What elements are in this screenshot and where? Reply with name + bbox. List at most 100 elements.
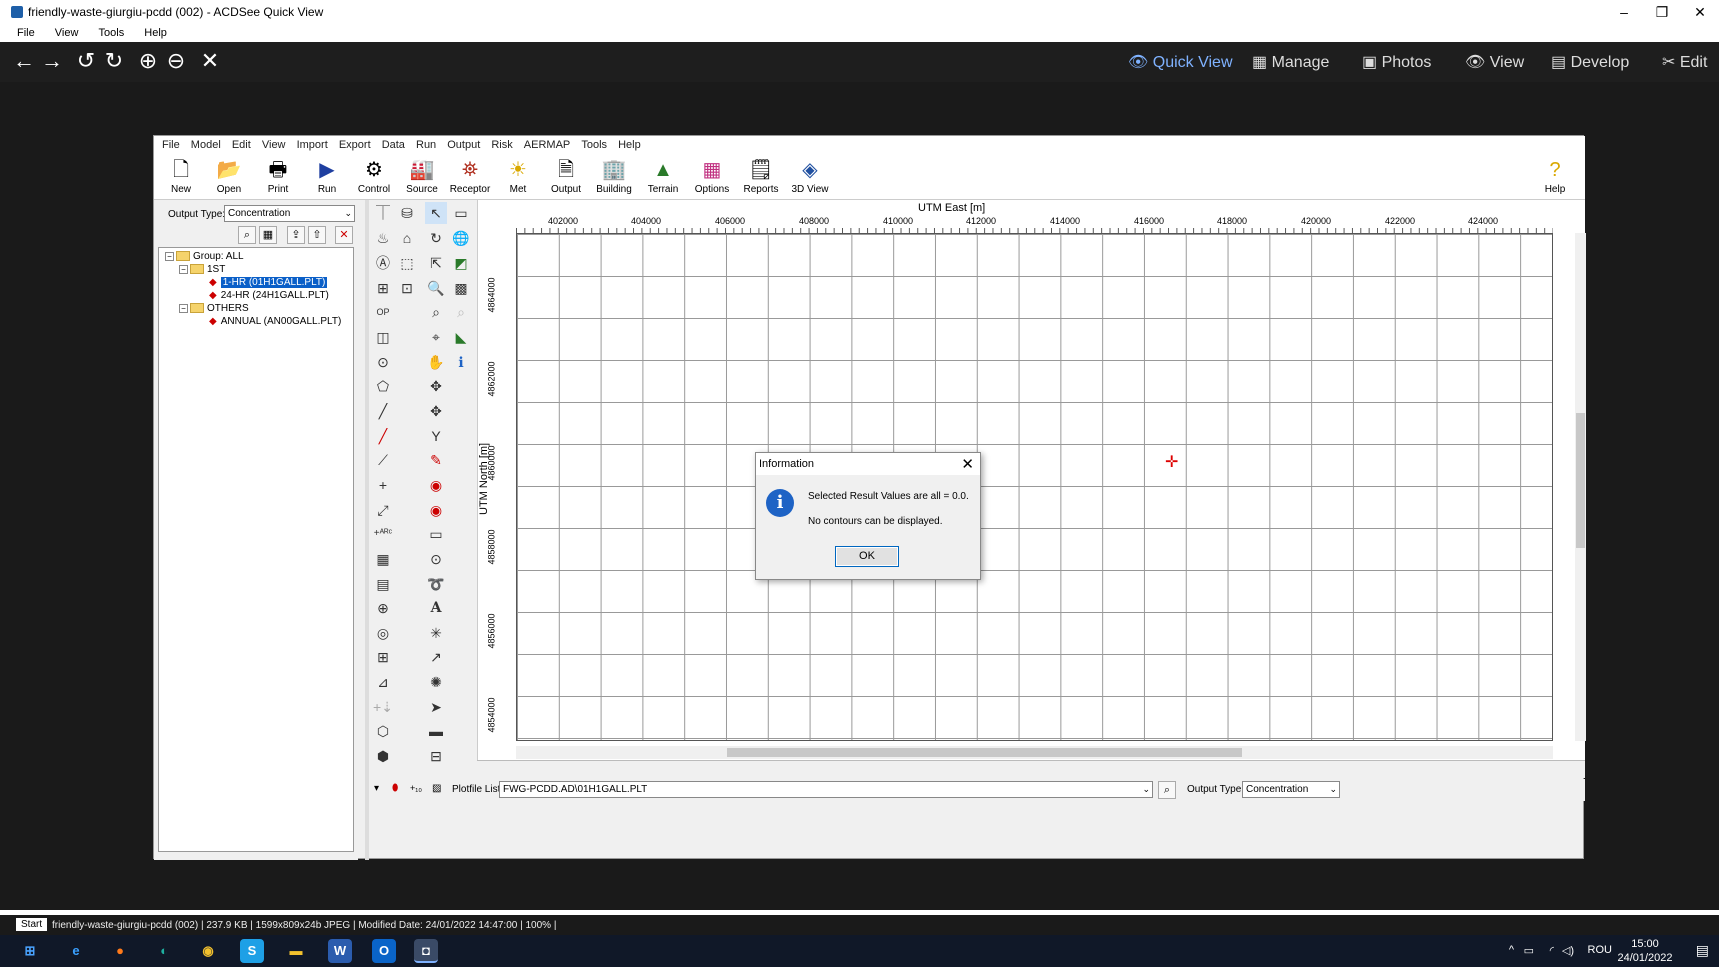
multi-grid-tool-icon[interactable]: ▤ <box>372 573 394 595</box>
mode-manage[interactable]: ▦ Manage <box>1252 52 1329 72</box>
rotate-left-icon[interactable]: ↺ <box>72 47 100 75</box>
internet-explorer-icon[interactable]: e <box>64 939 88 963</box>
arc-receptor-tool-icon[interactable]: +ᴬᴿᶜ <box>372 523 394 545</box>
mode-edit[interactable]: ✂ Edit <box>1662 52 1707 72</box>
arrow-tool-icon[interactable]: ↗ <box>425 646 447 668</box>
receptor-line-tool-icon[interactable]: ⤢ <box>372 499 394 521</box>
mode-develop[interactable]: ▤ Develop <box>1551 52 1629 72</box>
line-source-tool-icon[interactable]: ╱ <box>372 400 394 422</box>
firefox-icon[interactable]: ● <box>108 939 132 963</box>
lasso-tool-icon[interactable]: ➰ <box>425 573 447 595</box>
tree-item-1hr[interactable]: ◆ 1-HR (01H1GALL.PLT) <box>209 277 328 288</box>
layer-tool-icon[interactable]: ◩ <box>450 252 472 274</box>
app-menu-data[interactable]: Data <box>382 139 405 151</box>
import-icon[interactable]: ⇧ <box>308 226 326 244</box>
acdsee-taskbar-icon[interactable]: ◘ <box>414 939 438 963</box>
start-button[interactable]: Start <box>16 918 48 931</box>
map-view[interactable]: UTM East [m] 402000 404000 406000 408000… <box>477 200 1586 760</box>
minimize-button[interactable]: – <box>1605 0 1643 24</box>
mode-quick-view[interactable]: 👁 Quick View <box>1128 52 1233 72</box>
met-button[interactable]: ☀ Met <box>495 155 541 199</box>
open-button[interactable]: 📂 Open <box>206 155 252 199</box>
move-tool-icon[interactable]: ✥ <box>425 375 447 397</box>
edit-receptor-tool-icon[interactable]: ⊿ <box>372 671 394 693</box>
fenceline-tool-icon[interactable]: ⊞ <box>372 646 394 668</box>
grid-color-tool-icon[interactable]: ▩ <box>450 277 472 299</box>
app-menu-risk[interactable]: Risk <box>491 139 512 151</box>
print-button[interactable]: 🖶 Print <box>255 155 301 199</box>
tray-chevron-icon[interactable]: ^ <box>1509 944 1514 956</box>
pan-hand-tool-icon[interactable]: ✋ <box>425 351 447 373</box>
scale-bar-tool-icon[interactable]: ▬ <box>425 720 447 742</box>
zoom-out-tool-icon[interactable]: ⌕ <box>425 301 447 323</box>
app-menu-edit[interactable]: Edit <box>232 139 251 151</box>
rect-select-tool-icon[interactable]: ▭ <box>450 202 472 224</box>
select-area-tool-icon[interactable]: ⬚ <box>396 252 418 274</box>
table-icon[interactable]: ▦ <box>259 226 277 244</box>
run-button[interactable]: ▶ Run <box>304 155 350 199</box>
pointer-tool-icon[interactable]: ↖ <box>425 202 447 224</box>
output-button[interactable]: 🗎 Output <box>543 155 589 199</box>
legend-tool-icon[interactable]: ⊟ <box>425 745 447 767</box>
volume-icon[interactable]: ◁) <box>1562 944 1574 957</box>
asterisk-tool-icon[interactable]: ✳ <box>425 622 447 644</box>
control-button[interactable]: ⚙ Control <box>351 155 397 199</box>
cartesian-grid-tool-icon[interactable]: ▦ <box>372 548 394 570</box>
tree-group-1st[interactable]: −1ST <box>179 264 225 275</box>
close-window-button[interactable]: ✕ <box>1681 0 1719 24</box>
app-menu-aermap[interactable]: AERMAP <box>524 139 570 151</box>
input-language[interactable]: ROU <box>1588 944 1612 956</box>
dialog-close-button[interactable]: ✕ <box>961 455 974 473</box>
circle-tool-icon[interactable]: ⊙ <box>425 548 447 570</box>
line-tool-icon[interactable]: ⟋ <box>372 449 394 471</box>
receptor-button[interactable]: ⛯ Receptor <box>447 155 493 199</box>
close-image-icon[interactable]: ✕ <box>196 47 224 75</box>
area-add-tool-icon[interactable]: ⊞ <box>372 277 394 299</box>
menu-file[interactable]: File <box>17 27 35 39</box>
export-icon[interactable]: ⇪ <box>287 226 305 244</box>
move2-tool-icon[interactable]: ✥ <box>425 400 447 422</box>
compass-tool-icon[interactable]: ✺ <box>425 671 447 693</box>
tree-group-all[interactable]: − Group: ALL <box>165 251 244 262</box>
box-3d-red-tool-icon[interactable]: ⬢ <box>372 745 394 767</box>
circle-area-tool-icon[interactable]: ⊡ <box>396 277 418 299</box>
preview-icon[interactable]: ⌕ <box>238 226 256 244</box>
notification-icon[interactable]: ▤ <box>1696 942 1709 959</box>
new-button[interactable]: 🗋 New <box>158 155 204 199</box>
clock-time[interactable]: 15:00 <box>1615 938 1675 950</box>
app-menu-tools[interactable]: Tools <box>581 139 607 151</box>
app-menu-export[interactable]: Export <box>339 139 371 151</box>
circle-source-tool-icon[interactable]: ⊙ <box>372 351 394 373</box>
skype-icon[interactable]: S <box>240 939 264 963</box>
preview-plotfile-icon[interactable]: ⌕ <box>1158 781 1176 799</box>
tree-item-annual[interactable]: ◆ ANNUAL (AN00GALL.PLT) <box>209 316 341 327</box>
pane-splitter[interactable] <box>365 200 369 860</box>
area-a-tool-icon[interactable]: Ⓐ <box>372 252 394 274</box>
network-icon[interactable]: ▭ <box>1524 944 1534 957</box>
app-menu-view[interactable]: View <box>262 139 286 151</box>
multi-target-tool-icon[interactable]: ◉ <box>425 499 447 521</box>
info-tool-icon[interactable]: ℹ <box>450 351 472 373</box>
multi-polar-tool-icon[interactable]: ◎ <box>372 622 394 644</box>
app-menu-output[interactable]: Output <box>447 139 480 151</box>
outlook-icon[interactable]: O <box>372 939 396 963</box>
openpit-tool-icon[interactable]: OP <box>372 301 394 323</box>
help-button[interactable]: ? Help <box>1532 155 1578 199</box>
menu-help[interactable]: Help <box>144 27 167 39</box>
flare-tool-icon[interactable]: ♨ <box>372 227 394 249</box>
target-tool-icon[interactable]: ◉ <box>425 474 447 496</box>
north-arrow-tool-icon[interactable]: ➤ <box>425 696 447 718</box>
scroll-thumb[interactable] <box>1576 413 1585 548</box>
horizontal-scrollbar[interactable] <box>516 746 1553 759</box>
text-tool-icon[interactable]: A <box>425 597 447 619</box>
edge-icon[interactable]: ◐ <box>152 939 176 963</box>
word-icon[interactable]: W <box>328 939 352 963</box>
y-tool-icon[interactable]: Y <box>425 425 447 447</box>
source-button[interactable]: 🏭 Source <box>399 155 445 199</box>
collapse-icon[interactable]: − <box>179 303 188 313</box>
pencil-tool-icon[interactable]: ✎ <box>425 449 447 471</box>
box-3d-tool-icon[interactable]: ⬡ <box>372 720 394 742</box>
tree-item-24hr[interactable]: ◆ 24-HR (24H1GALL.PLT) <box>209 290 329 301</box>
rectangle-tool-icon[interactable]: ▭ <box>425 523 447 545</box>
mode-photos[interactable]: ▣ Photos <box>1362 52 1431 72</box>
